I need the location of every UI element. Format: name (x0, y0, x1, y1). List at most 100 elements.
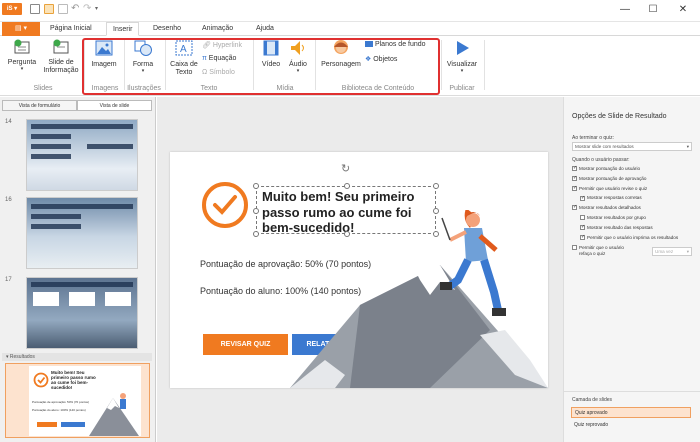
end-quiz-select[interactable]: Mostrar slide com resultados ▾ (572, 142, 692, 151)
new-file-icon[interactable] (30, 4, 40, 14)
layer-quiz-aprovado[interactable]: Quiz aprovado (571, 407, 691, 418)
checkbox[interactable] (572, 185, 577, 191)
option-row[interactable]: Mostrar resultados por grupo (572, 215, 698, 225)
thumb-student: Pontuação do aluno: 100% (140 pontos) (32, 408, 86, 412)
slide-canvas: Muito bem! Seu primeiro passo rumo ao cu… (170, 152, 548, 388)
resize-handle[interactable] (433, 183, 439, 189)
option-row[interactable]: Permitir que o usuário imprima os result… (572, 234, 698, 245)
thumb-mountain (89, 393, 139, 436)
view-tabs: Vista de formulário Vista de slide (2, 100, 152, 112)
option-label: Mostrar resultado das respostas (587, 224, 653, 230)
tab-inserir[interactable]: Inserir (106, 22, 140, 36)
close-icon[interactable]: ✕ (676, 4, 690, 15)
option-row[interactable]: Mostrar resultados detalhados (572, 204, 698, 215)
title-bar: iS ▾ ↶ ↷ ▾ — ☐ ✕ (0, 0, 700, 22)
retake-select[interactable]: Uma vez ▾ (652, 247, 692, 256)
slide-thumbnail-17[interactable] (26, 277, 138, 349)
slide-informacao-label: Slide de Informação (43, 59, 79, 74)
group-slides-label: Slides (33, 85, 53, 92)
panel-title: Opções de Slide de Resultado (572, 113, 667, 120)
tab-ajuda[interactable]: Ajuda (250, 22, 280, 36)
thumb-passing: Pontuação de aprovação: 50% (70 pontos) (32, 400, 90, 404)
option-label: Mostrar pontuação de aprovação (579, 175, 647, 181)
resize-handle[interactable] (253, 183, 259, 189)
tab-pagina-inicial[interactable]: Página Inicial (44, 22, 98, 36)
qat-dropdown-icon[interactable]: ▾ (95, 5, 98, 12)
option-row[interactable]: Permitir que usuário revise o quiz (572, 185, 698, 196)
slide-layers-section: Camada de slides Quiz aprovado Quiz repr… (564, 391, 700, 442)
checkbox[interactable] (572, 204, 577, 211)
checkbox[interactable] (580, 195, 585, 201)
thumb-review-btn (37, 422, 57, 427)
checkbox[interactable] (572, 245, 577, 251)
open-folder-icon[interactable] (44, 4, 54, 14)
checkbox[interactable] (580, 224, 585, 231)
option-label: Mostrar respostas corretas (587, 195, 642, 201)
layers-title: Camada de slides (572, 397, 613, 403)
separator (441, 40, 442, 90)
checkbox[interactable] (572, 165, 577, 172)
undo-icon[interactable]: ↶ (71, 3, 79, 14)
pergunta-button[interactable]: Pergunta ▾ (5, 39, 39, 72)
checkbox[interactable] (580, 234, 585, 240)
option-row[interactable]: Mostrar resultado das respostas (572, 224, 698, 235)
section-header[interactable]: ▾ Resultados (2, 353, 152, 361)
redo-icon[interactable]: ↷ (83, 3, 91, 14)
file-menu-button[interactable]: ▤ ▾ (2, 22, 40, 36)
tab-form-view[interactable]: Vista de formulário (2, 100, 77, 111)
ribbon-tabs: ▤ ▾ Página Inicial Inserir Desenho Anima… (0, 22, 700, 36)
save-icon[interactable] (58, 4, 68, 14)
visualizar-button[interactable]: Visualizar ▾ (444, 39, 480, 74)
tab-desenho[interactable]: Desenho (147, 22, 187, 36)
thumb-report-btn (61, 422, 85, 427)
thumb-text (31, 214, 81, 219)
thumb-check-icon (33, 372, 49, 388)
thumb-text (87, 144, 133, 149)
thumb-text (33, 292, 59, 306)
slide-informacao-button[interactable]: Slide de Informação (40, 39, 82, 75)
slide-thumbnail-14[interactable] (26, 119, 138, 191)
resize-handle[interactable] (253, 231, 259, 237)
retake-label: Permitir que o usuário refaça o quiz (579, 245, 624, 256)
option-row[interactable]: Mostrar pontuação do usuário (572, 165, 698, 176)
option-row[interactable]: Mostrar respostas corretas (572, 195, 698, 205)
option-row[interactable]: Mostrar pontuação de aprovação (572, 175, 698, 186)
resize-handle[interactable] (344, 183, 350, 189)
rotate-handle-icon[interactable]: ↻ (341, 162, 350, 175)
checkbox[interactable] (580, 215, 585, 221)
maximize-icon[interactable]: ☐ (646, 4, 660, 15)
option-label: Mostrar resultados por grupo (587, 214, 646, 220)
minimize-icon[interactable]: — (618, 4, 632, 15)
thumb-text (31, 144, 71, 149)
info-slide-icon (53, 39, 69, 54)
question-slide-icon (14, 39, 30, 54)
options-list: Mostrar pontuação do usuário Mostrar pont… (572, 165, 698, 245)
tab-animacao[interactable]: Animação (196, 22, 239, 36)
checkbox[interactable] (572, 175, 577, 182)
retake-value: Uma vez (655, 249, 674, 254)
thumb-text (31, 224, 81, 229)
retake-option[interactable]: Permitir que o usuário refaça o quiz (572, 245, 627, 256)
revisar-quiz-button[interactable]: REVISAR QUIZ (203, 334, 288, 355)
slide-thumbnail-results[interactable]: Muito bem! Seu primeiro passo rumo ao cu… (5, 363, 150, 438)
thumb-canvas: Muito bem! Seu primeiro passo rumo ao cu… (29, 366, 141, 436)
thumb-text (31, 204, 133, 209)
group-publicar-label: Publicar (449, 85, 475, 92)
pergunta-label: Pergunta (7, 59, 37, 66)
check-circle-icon (202, 182, 248, 228)
play-icon (457, 41, 469, 55)
separator (484, 40, 485, 90)
section-label: Resultados (9, 354, 35, 360)
layer-quiz-reprovado[interactable]: Quiz reprovado (571, 420, 691, 431)
end-quiz-value: Mostrar slide com resultados (575, 144, 634, 149)
app-menu-button[interactable]: iS ▾ (2, 3, 22, 15)
option-label: Mostrar resultados detalhados (579, 205, 641, 211)
tab-slide-view[interactable]: Vista de slide (77, 100, 152, 111)
thumb-text (31, 154, 71, 159)
option-label: Permitir que o usuário imprima os result… (587, 234, 679, 240)
thumb-text (31, 124, 133, 129)
resize-handle[interactable] (253, 208, 259, 214)
slide-thumbnail-16[interactable] (26, 197, 138, 269)
thumb-text (31, 282, 133, 287)
end-quiz-label: Ao terminar o quiz: (572, 135, 614, 141)
